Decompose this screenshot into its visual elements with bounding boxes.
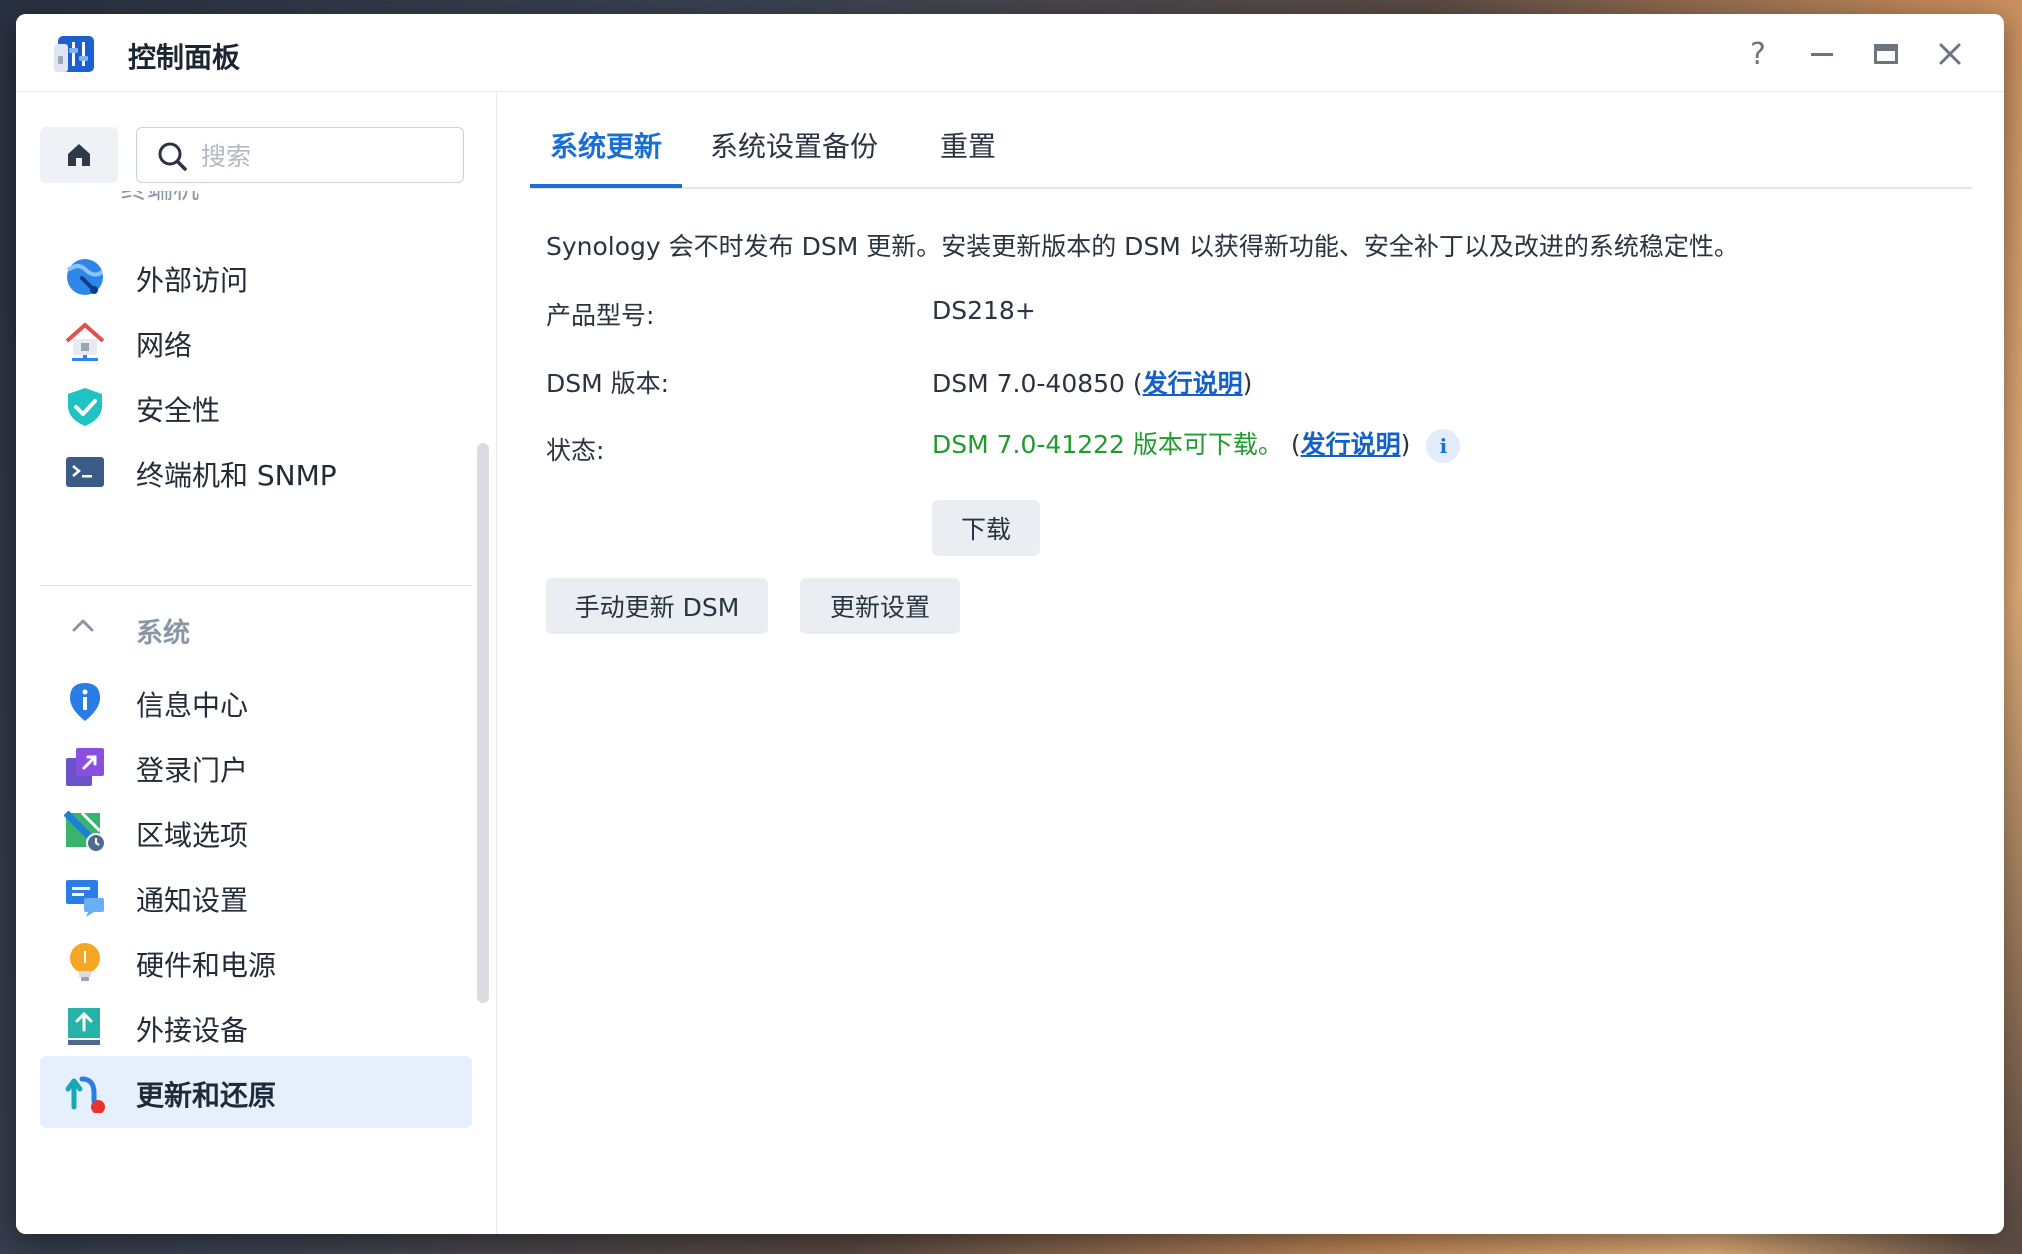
- title-bar: 控制面板 ?: [16, 14, 2004, 92]
- sidebar-divider: [40, 585, 472, 586]
- sidebar-scrollbar[interactable]: [477, 443, 489, 1003]
- tab-bar: 系统更新 系统设置备份 重置: [530, 93, 1972, 189]
- sidebar-item-info-center[interactable]: 信息中心: [40, 666, 472, 736]
- sidebar-item-label: 网络: [136, 329, 193, 362]
- control-panel-window: 控制面板 ? 终端机: [16, 14, 2004, 1234]
- tab-reset[interactable]: 重置: [940, 125, 996, 165]
- minimize-icon: [1811, 53, 1833, 56]
- search-icon: [158, 142, 187, 171]
- regional-map-icon: [64, 811, 106, 853]
- shield-check-icon: [68, 388, 102, 426]
- sidebar-item-regional-options[interactable]: 区域选项: [40, 796, 472, 866]
- external-access-icon: [66, 259, 104, 295]
- sidebar-item-label: 信息中心: [136, 689, 249, 722]
- sidebar-item-label: 外部访问: [136, 264, 249, 297]
- minimize-button[interactable]: [1800, 32, 1844, 76]
- sidebar-item-external-access[interactable]: 外部访问: [40, 241, 472, 311]
- status-value: DSM 7.0-41222 版本可下载。: [932, 430, 1283, 459]
- sidebar: 终端机 外部访问 网络: [16, 93, 497, 1234]
- version-label: DSM 版本:: [546, 369, 670, 398]
- sidebar-item-label: 通知设置: [136, 884, 249, 917]
- sidebar-item-label: 安全性: [136, 394, 221, 427]
- info-pin-icon: [70, 683, 100, 721]
- sidebar-item-label: 区域选项: [136, 819, 249, 852]
- search-box[interactable]: [136, 127, 464, 183]
- sidebar-item-hardware-power[interactable]: 硬件和电源: [40, 926, 472, 996]
- sidebar-item-label: 更新和还原: [136, 1079, 277, 1112]
- home-icon: [68, 144, 90, 166]
- sidebar-item-label: 外接设备: [136, 1014, 249, 1047]
- sidebar-section-label: 系统: [136, 618, 190, 649]
- notification-chat-icon: [66, 880, 104, 917]
- sidebar-section-system[interactable]: 系统: [40, 593, 472, 663]
- update-restore-icon: [65, 1076, 105, 1113]
- control-panel-app-icon: [54, 36, 94, 72]
- external-device-icon: [68, 1008, 100, 1045]
- sidebar-item-label: 登录门户: [136, 754, 249, 787]
- tab-settings-backup[interactable]: 系统设置备份: [710, 125, 878, 165]
- sidebar-item-security[interactable]: 安全性: [40, 371, 472, 441]
- status-label: 状态:: [546, 436, 605, 465]
- search-input[interactable]: [201, 138, 451, 174]
- window-title: 控制面板: [128, 41, 241, 74]
- update-description: Synology 会不时发布 DSM 更新。安装更新版本的 DSM 以获得新功能…: [546, 232, 1739, 261]
- help-icon: ?: [1750, 36, 1766, 72]
- tab-system-update[interactable]: 系统更新: [550, 125, 662, 165]
- close-button[interactable]: [1928, 32, 1972, 76]
- help-button[interactable]: ?: [1736, 32, 1780, 76]
- version-release-notes-link[interactable]: 发行说明: [1143, 369, 1243, 398]
- sidebar-item-notification[interactable]: 通知设置: [40, 861, 472, 931]
- network-house-icon: [65, 323, 105, 361]
- login-portal-icon: [66, 748, 104, 786]
- update-settings-button[interactable]: 更新设置: [800, 578, 960, 634]
- terminal-icon: [66, 457, 104, 487]
- status-release-notes-link[interactable]: 发行说明: [1301, 430, 1401, 459]
- info-icon[interactable]: i: [1426, 429, 1461, 463]
- status-row: DSM 7.0-41222 版本可下载。 (发行说明) i: [932, 425, 1461, 463]
- version-row: DSM 7.0-40850 (发行说明): [932, 369, 1253, 398]
- main-content: 系统更新 系统设置备份 重置 Synology 会不时发布 DSM 更新。安装更…: [498, 93, 2004, 1234]
- sidebar-item-update-restore[interactable]: 更新和还原: [40, 1056, 472, 1128]
- version-value: DSM 7.0-40850: [932, 369, 1125, 398]
- chevron-up-icon: [72, 619, 94, 632]
- download-button[interactable]: 下载: [932, 500, 1040, 556]
- home-button[interactable]: [40, 127, 118, 183]
- sidebar-item-label: 终端机和 SNMP: [136, 459, 337, 492]
- sidebar-item-partial[interactable]: 终端机: [121, 191, 199, 205]
- maximize-icon: [1874, 44, 1898, 64]
- sidebar-item-terminal-snmp[interactable]: 终端机和 SNMP: [40, 436, 472, 506]
- maximize-button[interactable]: [1864, 32, 1908, 76]
- lightbulb-icon: [70, 943, 100, 981]
- sidebar-item-external-devices[interactable]: 外接设备: [40, 991, 472, 1061]
- sidebar-item-network[interactable]: 网络: [40, 306, 472, 376]
- model-value: DS218+: [932, 296, 1036, 325]
- sidebar-item-label: 硬件和电源: [136, 949, 277, 982]
- sidebar-item-login-portal[interactable]: 登录门户: [40, 731, 472, 801]
- close-icon: [1939, 43, 1961, 65]
- active-tab-indicator: [530, 184, 682, 188]
- manual-update-button[interactable]: 手动更新 DSM: [546, 578, 768, 634]
- model-label: 产品型号:: [546, 301, 655, 330]
